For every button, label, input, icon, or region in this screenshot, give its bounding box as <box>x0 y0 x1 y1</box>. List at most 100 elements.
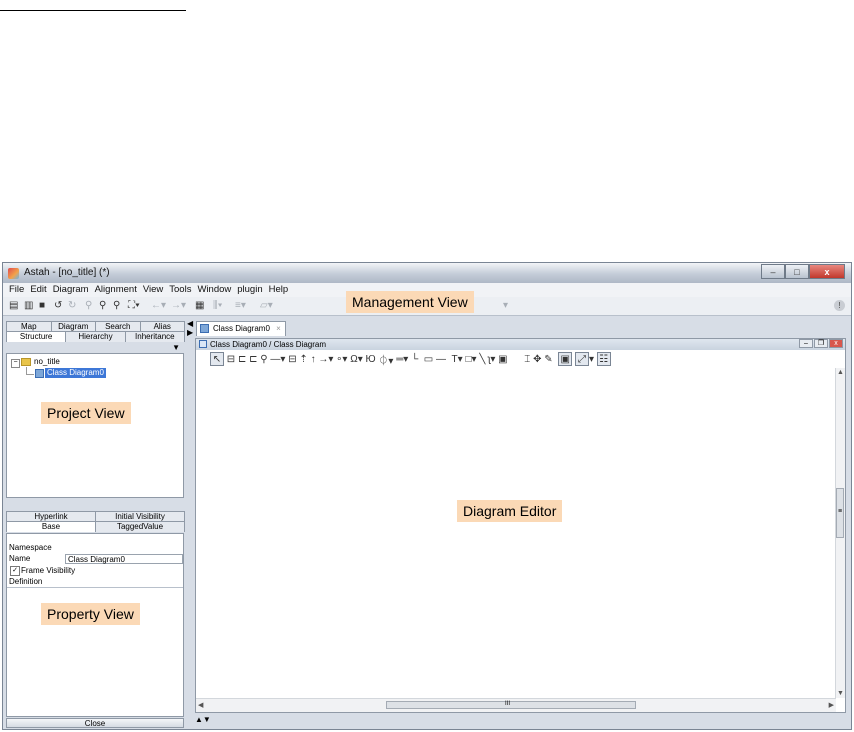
close-button[interactable]: Close <box>6 718 184 728</box>
vertical-scroll-thumb[interactable]: ≡ <box>836 488 844 538</box>
close-window-button[interactable]: x <box>809 264 845 279</box>
note-anchor-tool-icon[interactable]: — <box>436 354 446 365</box>
generalization-tool-icon[interactable]: ⇡ <box>299 354 307 365</box>
link-tool-icon[interactable]: ═▾ <box>396 354 408 365</box>
zoom-out-icon[interactable]: ⚲ <box>85 300 92 312</box>
tree-root-node[interactable]: no_title <box>34 357 60 366</box>
scroll-left-icon[interactable]: ◀ <box>198 701 203 709</box>
association-class-tool-icon[interactable]: ⊟ <box>288 354 296 365</box>
diagram-palette: ↖ ⊟ ⊏ ⊏ ⚲ —▾ ⊟ ⇡ ↑ →▾ ∘▾ Ω▾ Ю ⏀▾ ═▾ └ ▭ … <box>210 352 824 366</box>
line-tool-icon[interactable]: ╲ <box>479 354 485 365</box>
horizontal-scroll-thumb[interactable]: III <box>386 701 636 709</box>
hscroll-grip: III <box>505 701 511 707</box>
association-tool-icon[interactable]: —▾ <box>270 354 285 365</box>
frame-toggle-icon[interactable]: ▣ <box>558 352 573 366</box>
diagram-tab-icon <box>200 324 209 333</box>
new-file-icon[interactable]: ▤ <box>9 300 18 312</box>
property-view-callout: Property View <box>41 603 140 625</box>
definition-label: Definition <box>9 577 43 586</box>
horizontal-scrollbar[interactable]: ◀ III ▶ <box>196 698 836 712</box>
menu-alignment[interactable]: Alignment <box>95 283 137 297</box>
menu-tools[interactable]: Tools <box>169 283 191 297</box>
image-tool-icon[interactable]: ▣ <box>498 354 507 365</box>
instance-tool-icon[interactable]: ⏀▾ <box>378 352 393 367</box>
tab-structure[interactable]: Structure <box>6 331 67 342</box>
scroll-down-icon[interactable]: ▼ <box>837 690 844 697</box>
grid-icon[interactable]: ▦ <box>195 300 204 312</box>
menu-diagram[interactable]: Diagram <box>53 283 89 297</box>
fit-window-icon[interactable]: ⛶▾ <box>128 300 140 312</box>
menu-window[interactable]: Window <box>197 283 231 297</box>
usage-tool-icon[interactable]: ∘▾ <box>336 354 347 365</box>
scroll-up-icon[interactable]: ▲ <box>837 369 844 376</box>
select-tool-icon[interactable]: ↖ <box>210 352 224 366</box>
editor-header-label: Class Diagram0 / Class Diagram <box>210 340 327 349</box>
rectangle-tool-icon[interactable]: □▾ <box>465 354 476 365</box>
maximize-button[interactable]: □ <box>785 264 809 279</box>
package-tool-icon[interactable]: ⊏ <box>238 354 246 365</box>
editor-minimize-button[interactable]: – <box>799 339 813 348</box>
diagram-editor-callout: Diagram Editor <box>457 500 563 522</box>
layout-icon[interactable]: ▱▾ <box>260 300 273 312</box>
lifeline-tool-icon[interactable]: └ <box>411 354 418 365</box>
template-tool-icon[interactable]: Ω▾ <box>350 354 363 365</box>
tab-hierarchy[interactable]: Hierarchy <box>65 331 126 342</box>
editor-tab-strip: Class Diagram0 × <box>193 321 847 336</box>
containment-tool-icon[interactable]: Ю <box>366 354 376 365</box>
open-file-icon[interactable]: ▥ <box>24 300 33 312</box>
tab-base[interactable]: Base <box>6 521 96 532</box>
fit-view-icon[interactable]: ⤢ <box>574 352 589 366</box>
menu-file[interactable]: File <box>9 283 24 297</box>
tab-class-diagram0[interactable]: Class Diagram0 × <box>196 321 286 336</box>
window-controls: – □ x <box>761 264 845 279</box>
toolbar-more-icon[interactable]: ▾ <box>503 300 508 312</box>
move-tool-icon[interactable]: ✥ <box>533 354 541 365</box>
property-tabs-row2: Base TaggedValue <box>6 521 185 532</box>
scroll-right-icon[interactable]: ▶ <box>829 701 834 709</box>
frame-visibility-checkbox[interactable]: ✓ <box>10 566 20 576</box>
menu-plugin[interactable]: plugin <box>237 283 262 297</box>
tab-tagged-value[interactable]: TaggedValue <box>95 521 185 532</box>
note-tool-icon[interactable]: ▭ <box>424 354 433 365</box>
tab-close-icon[interactable]: × <box>276 324 281 333</box>
minimize-button[interactable]: – <box>761 264 785 279</box>
redo-icon[interactable]: ↻ <box>68 300 76 312</box>
distribute-icon[interactable]: ≡▾ <box>235 300 246 312</box>
diagram-header-icon <box>199 340 207 348</box>
view-options-icon[interactable]: ☷ <box>596 352 611 366</box>
tree-item-class-diagram[interactable]: Class Diagram0 <box>45 368 106 378</box>
back-icon[interactable]: ←▾ <box>151 300 166 312</box>
curve-tool-icon[interactable]: ʅ▾ <box>488 354 495 365</box>
property-panel: Namespace Name Class Diagram0 ✓ Frame Vi… <box>6 533 184 717</box>
zoom-in-icon[interactable]: ⚲ <box>99 300 106 312</box>
class-diagram-icon <box>35 369 44 378</box>
spacing-tool-icon[interactable]: ⌶ <box>524 354 530 365</box>
realization-tool-icon[interactable]: ↑ <box>311 354 316 365</box>
left-pane: Map Diagram Search Alias Structure Hiera… <box>6 321 185 729</box>
tab-dropdown-icon[interactable]: ▼ <box>172 343 180 352</box>
menu-edit[interactable]: Edit <box>30 283 46 297</box>
save-icon[interactable]: ■ <box>39 300 45 312</box>
interface-tool-icon[interactable]: ⚲ <box>260 354 267 365</box>
zoom-icon[interactable]: ⚲ <box>113 300 120 312</box>
pin-tool-icon[interactable]: ✎ <box>544 354 552 365</box>
tab-inheritance[interactable]: Inheritance <box>124 331 185 342</box>
name-field[interactable]: Class Diagram0 <box>65 554 183 564</box>
vertical-scrollbar[interactable]: ▲ ≡ ▼ <box>835 368 845 698</box>
subsystem-tool-icon[interactable]: ⊏ <box>249 354 257 365</box>
undo-icon[interactable]: ↺ <box>54 300 62 312</box>
class-tool-icon[interactable]: ⊟ <box>227 354 235 365</box>
align-icon[interactable]: ⫼▾ <box>213 300 222 312</box>
editor-collapse-arrows-icon[interactable]: ▲▼ <box>195 715 211 724</box>
tree-collapse-icon[interactable]: − <box>11 359 20 368</box>
editor-restore-button[interactable]: ❐ <box>814 339 828 348</box>
project-tree: − no_title Class Diagram0 <box>6 353 184 498</box>
diagram-editor[interactable]: Class Diagram0 / Class Diagram – ❐ x ↖ ⊟… <box>195 338 846 713</box>
text-tool-icon[interactable]: T▾ <box>452 354 463 365</box>
forward-icon[interactable]: →▾ <box>171 300 186 312</box>
help-info-icon[interactable]: ! <box>834 300 845 311</box>
dependency-tool-icon[interactable]: →▾ <box>318 354 333 365</box>
editor-close-button[interactable]: x <box>829 339 843 348</box>
menu-help[interactable]: Help <box>269 283 289 297</box>
menu-view[interactable]: View <box>143 283 163 297</box>
